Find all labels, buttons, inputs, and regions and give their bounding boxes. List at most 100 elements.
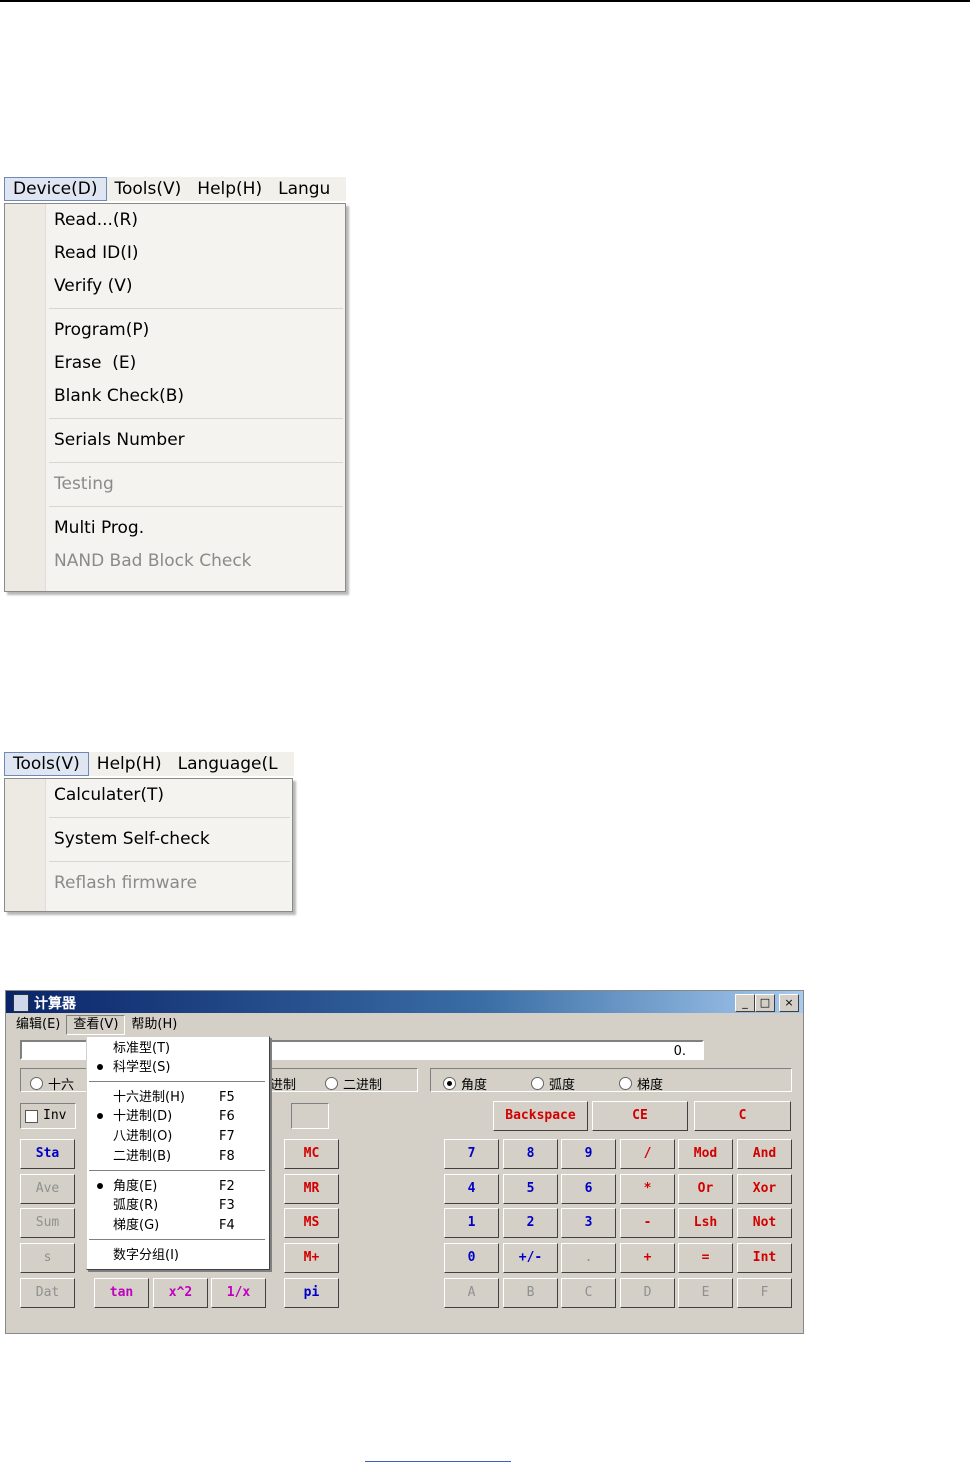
three-key[interactable]: 3 [561, 1208, 616, 1238]
four-key[interactable]: 4 [444, 1174, 499, 1204]
view-item-decimal[interactable]: 十进制(D) F6 [87, 1107, 269, 1126]
xor-key[interactable]: Xor [737, 1174, 792, 1204]
menu-help[interactable]: 帮助(H) [125, 1015, 183, 1035]
menu-item-label: 十六进制(H) [113, 1090, 185, 1105]
minimize-button[interactable]: _ [735, 994, 755, 1012]
menu-language[interactable]: Langu [270, 178, 338, 200]
hex-c-key[interactable]: C [561, 1278, 616, 1308]
tools-dropdown: Calculater(T) System Self-check Reflash … [4, 778, 293, 912]
seven-key[interactable]: 7 [444, 1139, 499, 1169]
menu-device[interactable]: Device(D) [4, 177, 107, 201]
or-key[interactable]: Or [678, 1174, 733, 1204]
hex-e-key[interactable]: E [678, 1278, 733, 1308]
radio-oct[interactable]: 进制 [270, 1074, 296, 1093]
hex-f-key[interactable]: F [737, 1278, 792, 1308]
two-key[interactable]: 2 [503, 1208, 558, 1238]
view-item-scientific[interactable]: 科学型(S) [87, 1058, 269, 1077]
menu-tools[interactable]: Tools(V) [4, 752, 89, 776]
menu-tools[interactable]: Tools(V) [107, 178, 190, 200]
menu-item-serials-number[interactable]: Serials Number [5, 424, 345, 457]
five-key[interactable]: 5 [503, 1174, 558, 1204]
nine-key[interactable]: 9 [561, 1139, 616, 1169]
tan-button[interactable]: tan [94, 1278, 149, 1308]
pi-button[interactable]: pi [284, 1278, 339, 1308]
menu-item-label: 八进制(O) [113, 1129, 173, 1144]
menu-language[interactable]: Language(L [170, 753, 286, 775]
lsh-key[interactable]: Lsh [678, 1208, 733, 1238]
and-key[interactable]: And [737, 1139, 792, 1169]
menu-view[interactable]: 查看(V) [66, 1015, 126, 1035]
zero-key[interactable]: 0 [444, 1243, 499, 1273]
menu-item-blank-check[interactable]: Blank Check(B) [5, 380, 345, 413]
view-item-radians[interactable]: 弧度(R) F3 [87, 1196, 269, 1215]
clear-button[interactable]: C [694, 1101, 791, 1131]
ce-button[interactable]: CE [592, 1101, 688, 1131]
radio-circle-icon [325, 1077, 338, 1090]
inv-checkbox[interactable]: Inv [20, 1103, 76, 1129]
view-item-grads[interactable]: 梯度(G) F4 [87, 1216, 269, 1235]
menu-item-multi-prog[interactable]: Multi Prog. [5, 512, 345, 545]
view-item-digit-grouping[interactable]: 数字分组(I) [87, 1246, 269, 1265]
menu-item-verify[interactable]: Verify (V) [5, 270, 345, 303]
view-item-binary[interactable]: 二进制(B) F8 [87, 1147, 269, 1166]
minus-key[interactable]: - [620, 1208, 675, 1238]
view-item-hex[interactable]: 十六进制(H) F5 [87, 1088, 269, 1107]
radio-grads[interactable]: 梯度 [619, 1074, 663, 1093]
six-key[interactable]: 6 [561, 1174, 616, 1204]
menu-edit[interactable]: 编辑(E) [6, 1015, 66, 1035]
menu-separator [89, 1081, 265, 1083]
menu-item-read-id[interactable]: Read ID(I) [5, 237, 345, 270]
stat-button[interactable]: Sta [20, 1139, 75, 1169]
radio-radians[interactable]: 弧度 [531, 1074, 575, 1093]
s-button[interactable]: s [20, 1243, 75, 1273]
close-button[interactable]: × [779, 994, 799, 1012]
int-key[interactable]: Int [737, 1243, 792, 1273]
menu-item-shortcut: F5 [219, 1090, 235, 1105]
equals-key[interactable]: = [678, 1243, 733, 1273]
x-squared-button[interactable]: x^2 [153, 1278, 208, 1308]
radio-degrees[interactable]: 角度 [443, 1074, 487, 1093]
decimal-point-key[interactable]: . [561, 1243, 616, 1273]
view-item-degrees[interactable]: 角度(E) F2 [87, 1177, 269, 1196]
mc-button[interactable]: MC [284, 1139, 339, 1169]
link-underline[interactable] [365, 1461, 511, 1462]
view-item-octal[interactable]: 八进制(O) F7 [87, 1127, 269, 1146]
menu-help[interactable]: Help(H) [89, 753, 170, 775]
not-key[interactable]: Not [737, 1208, 792, 1238]
one-key[interactable]: 1 [444, 1208, 499, 1238]
maximize-button[interactable]: □ [755, 994, 775, 1012]
ave-button[interactable]: Ave [20, 1174, 75, 1204]
checked-bullet-icon [97, 1064, 103, 1070]
menu-item-shortcut: F4 [219, 1218, 235, 1233]
backspace-button[interactable]: Backspace [493, 1101, 588, 1131]
menu-item-read[interactable]: Read...(R) [5, 204, 345, 237]
menu-item-shortcut: F8 [219, 1149, 235, 1164]
calculator-window: 计算器 _ □ × 编辑(E) 查看(V) 帮助(H) 0. 十六 进制 二进制… [5, 990, 804, 1334]
menu-item-system-self-check[interactable]: System Self-check [5, 823, 292, 856]
radio-hex[interactable]: 十六 [30, 1074, 74, 1093]
hex-a-key[interactable]: A [444, 1278, 499, 1308]
plus-minus-key[interactable]: +/- [503, 1243, 558, 1273]
radio-label: 十六 [48, 1078, 75, 1093]
radio-label: 进制 [270, 1078, 297, 1093]
plus-key[interactable]: + [620, 1243, 675, 1273]
m-plus-button[interactable]: M+ [284, 1243, 339, 1273]
multiply-key[interactable]: * [620, 1174, 675, 1204]
divide-key[interactable]: / [620, 1139, 675, 1169]
menu-item-erase[interactable]: Erase (E) [5, 347, 345, 380]
dat-button[interactable]: Dat [20, 1278, 75, 1308]
mod-key[interactable]: Mod [678, 1139, 733, 1169]
menu-help[interactable]: Help(H) [189, 178, 270, 200]
ms-button[interactable]: MS [284, 1208, 339, 1238]
menu-item-program[interactable]: Program(P) [5, 314, 345, 347]
radio-bin[interactable]: 二进制 [325, 1074, 382, 1093]
menu-item-calculater[interactable]: Calculater(T) [5, 779, 292, 812]
reciprocal-button[interactable]: 1/x [211, 1278, 266, 1308]
mr-button[interactable]: MR [284, 1174, 339, 1204]
view-item-standard[interactable]: 标准型(T) [87, 1039, 269, 1058]
eight-key[interactable]: 8 [503, 1139, 558, 1169]
hex-d-key[interactable]: D [620, 1278, 675, 1308]
device-dropdown: Read...(R) Read ID(I) Verify (V) Program… [4, 203, 346, 592]
hex-b-key[interactable]: B [503, 1278, 558, 1308]
sum-button[interactable]: Sum [20, 1208, 75, 1238]
